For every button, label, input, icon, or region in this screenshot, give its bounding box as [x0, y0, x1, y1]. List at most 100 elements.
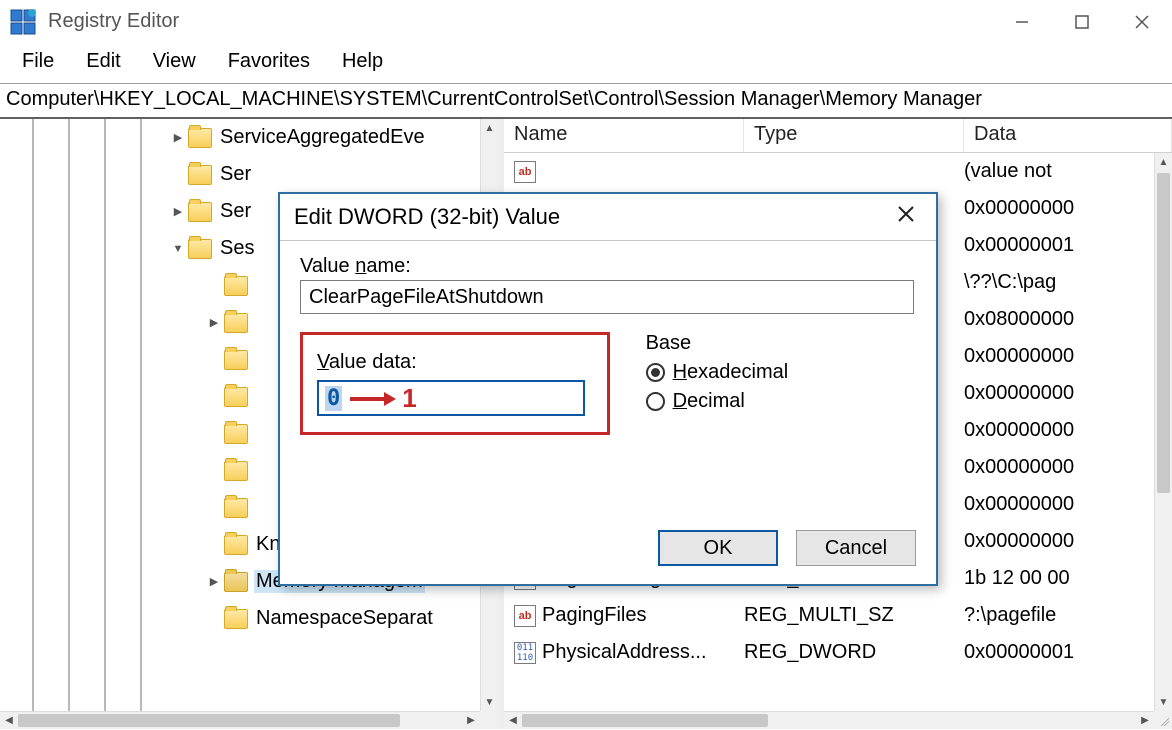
cell-data: \??\C:\pag — [964, 271, 1154, 294]
string-value-icon: ab — [514, 161, 536, 183]
value-name-input[interactable] — [300, 280, 914, 314]
scroll-thumb[interactable] — [522, 714, 768, 727]
tree-item-label: Ser — [218, 200, 253, 223]
tree-item-label: Ser — [218, 163, 253, 186]
cell-data: 0x00000001 — [964, 234, 1154, 257]
radio-hexadecimal[interactable]: Hexadecimal — [646, 361, 789, 384]
dialog-body: Value name: Value data: 0 1 Base Hexadec… — [280, 245, 936, 441]
ok-button[interactable]: OK — [658, 530, 778, 566]
cell-data: 0x00000000 — [964, 197, 1154, 220]
scroll-left-icon[interactable]: ◀ — [0, 715, 18, 726]
radio-decimal[interactable]: Decimal — [646, 390, 789, 413]
expander-icon[interactable]: ▶ — [168, 131, 188, 144]
scroll-up-icon[interactable]: ▲ — [481, 119, 498, 137]
tree-item-label: Ses — [218, 237, 256, 260]
cell-data: 0x00000000 — [964, 456, 1154, 479]
radio-icon — [646, 363, 665, 382]
resize-grip[interactable] — [1154, 711, 1172, 729]
tree-item[interactable]: Ser — [0, 156, 480, 193]
column-type[interactable]: Type — [744, 119, 964, 152]
folder-icon — [224, 609, 248, 629]
scroll-down-icon[interactable]: ▼ — [481, 693, 498, 711]
expander-icon[interactable]: ▶ — [204, 575, 224, 588]
value-name-label: Value name: — [300, 255, 916, 278]
menu-edit[interactable]: Edit — [72, 48, 134, 75]
list-row[interactable]: 011110PhysicalAddress...REG_DWORD0x00000… — [504, 634, 1154, 671]
cell-data: 0x00000000 — [964, 345, 1154, 368]
folder-icon — [188, 239, 212, 259]
expander-icon[interactable]: ▶ — [168, 205, 188, 218]
cell-data: 0x08000000 — [964, 308, 1154, 331]
list-row[interactable]: abPagingFilesREG_MULTI_SZ?:\pagefile — [504, 597, 1154, 634]
column-name[interactable]: Name — [504, 119, 744, 152]
value-data-current: 0 — [325, 386, 342, 411]
cell-data: 1b 12 00 00 — [964, 567, 1154, 590]
arrow-icon — [348, 385, 396, 411]
folder-icon — [224, 387, 248, 407]
folder-icon — [224, 350, 248, 370]
folder-icon — [188, 165, 212, 185]
list-header: Name Type Data — [504, 119, 1172, 153]
folder-icon — [224, 313, 248, 333]
tree-item-label: ServiceAggregatedEve — [218, 126, 427, 149]
folder-icon — [224, 535, 248, 555]
dialog-titlebar: Edit DWORD (32-bit) Value — [280, 194, 936, 236]
folder-icon — [188, 128, 212, 148]
string-value-icon: ab — [514, 605, 536, 627]
folder-icon — [224, 461, 248, 481]
scroll-right-icon[interactable]: ▶ — [1136, 715, 1154, 726]
cell-data: (value not — [964, 160, 1154, 183]
value-data-label: Value data: — [317, 351, 593, 374]
cell-data: ?:\pagefile — [964, 604, 1154, 627]
expander-icon[interactable]: ▶ — [204, 316, 224, 329]
menu-help[interactable]: Help — [328, 48, 397, 75]
close-icon[interactable] — [890, 204, 922, 230]
tree-item[interactable]: NamespaceSeparat — [0, 600, 480, 637]
dialog-title: Edit DWORD (32-bit) Value — [294, 204, 890, 230]
cell-type: REG_MULTI_SZ — [744, 604, 964, 627]
scroll-right-icon[interactable]: ▶ — [462, 715, 480, 726]
menu-view[interactable]: View — [139, 48, 210, 75]
tree-item-label: NamespaceSeparat — [254, 607, 435, 630]
scroll-thumb[interactable] — [1157, 173, 1170, 493]
list-row[interactable]: ab (value not — [504, 153, 1154, 190]
radio-icon — [646, 392, 665, 411]
base-label: Base — [646, 332, 789, 355]
hex-label: Hexadecimal — [673, 361, 789, 384]
scroll-down-icon[interactable]: ▼ — [1155, 693, 1172, 711]
window-title: Registry Editor — [48, 10, 992, 33]
window-controls — [992, 0, 1172, 44]
cell-data: 0x00000000 — [964, 530, 1154, 553]
scroll-corner — [480, 711, 498, 729]
cell-data: 0x00000001 — [964, 641, 1154, 664]
maximize-button[interactable] — [1052, 0, 1112, 44]
menu-favorites[interactable]: Favorites — [214, 48, 324, 75]
column-data[interactable]: Data — [964, 119, 1172, 152]
regedit-icon — [10, 9, 36, 35]
minimize-button[interactable] — [992, 0, 1052, 44]
expander-icon[interactable]: ▼ — [168, 243, 188, 255]
scroll-left-icon[interactable]: ◀ — [504, 715, 522, 726]
close-button[interactable] — [1112, 0, 1172, 44]
list-horizontal-scrollbar[interactable]: ◀ ▶ — [504, 711, 1154, 729]
folder-icon — [224, 276, 248, 296]
list-vertical-scrollbar[interactable]: ▲ ▼ — [1154, 153, 1172, 711]
dialog-buttons: OK Cancel — [658, 530, 916, 566]
folder-icon — [224, 498, 248, 518]
cell-data: 0x00000000 — [964, 493, 1154, 516]
folder-icon — [224, 572, 248, 592]
menu-file[interactable]: File — [8, 48, 68, 75]
cancel-button[interactable]: Cancel — [796, 530, 916, 566]
base-group: Base Hexadecimal Decimal — [646, 332, 789, 413]
tree-horizontal-scrollbar[interactable]: ◀ ▶ — [0, 711, 480, 729]
value-data-input[interactable]: 0 1 — [317, 380, 585, 416]
folder-icon — [188, 202, 212, 222]
scroll-up-icon[interactable]: ▲ — [1155, 153, 1172, 171]
tree-item[interactable]: ▶ ServiceAggregatedEve — [0, 119, 480, 156]
title-bar: Registry Editor — [0, 0, 1172, 44]
value-data-group: Value data: 0 1 — [300, 332, 610, 435]
cell-name: PhysicalAddress... — [542, 641, 744, 664]
address-bar[interactable]: Computer\HKEY_LOCAL_MACHINE\SYSTEM\Curre… — [0, 84, 1172, 119]
folder-icon — [224, 424, 248, 444]
scroll-thumb[interactable] — [18, 714, 400, 727]
